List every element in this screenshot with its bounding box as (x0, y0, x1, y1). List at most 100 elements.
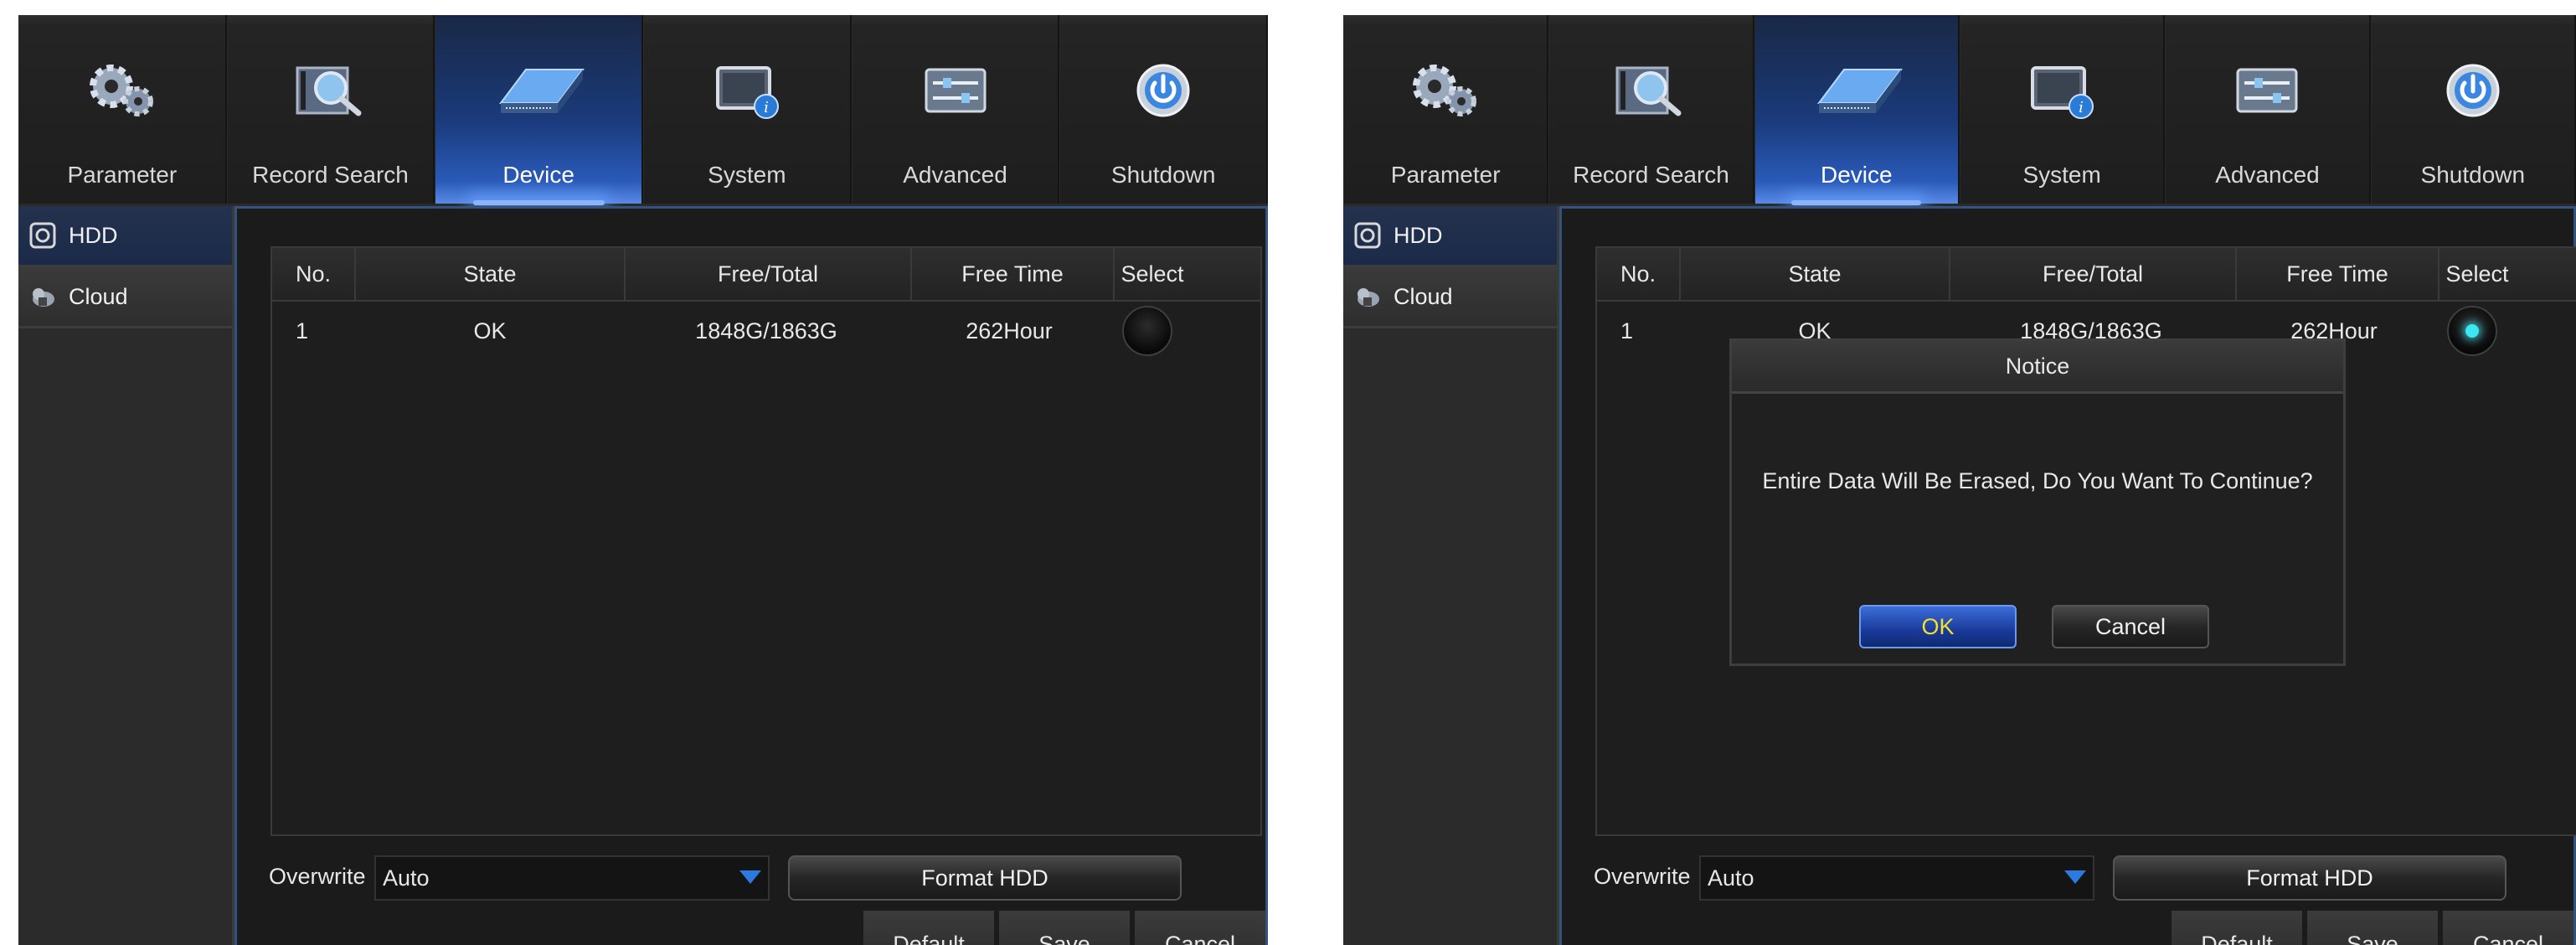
nav-label: Advanced (2215, 162, 2320, 188)
overwrite-label: Overwrite (1594, 864, 1691, 889)
sidebar-item-label: Cloud (69, 283, 128, 309)
format-hdd-button[interactable]: Format HDD (2113, 855, 2506, 901)
cell-no: 1 (1620, 318, 1634, 343)
select-radio-checked[interactable] (2447, 306, 2497, 356)
nav-tab-device[interactable]: Device (1754, 15, 1960, 205)
dialog-ok-button[interactable]: OK (1859, 605, 2017, 648)
column-header: State (1681, 248, 1950, 300)
table-header: No. State Free/Total Free Time Select (1597, 248, 2576, 302)
overwrite-value: Auto (1708, 865, 1754, 891)
overwrite-row: Overwrite Auto Format HDD (1594, 854, 2576, 901)
column-header: No. (1597, 248, 1681, 300)
hdd-icon (1816, 69, 1903, 113)
sidebar-item-cloud[interactable]: Cloud (18, 267, 232, 328)
chevron-down-icon (2064, 870, 2086, 884)
nav-tab-advanced[interactable]: Advanced (851, 15, 1060, 204)
cancel-button[interactable]: Cancel (2443, 911, 2573, 945)
table-header: No. State Free/Total Free Time Select (272, 248, 1260, 302)
gears-icon (89, 65, 153, 116)
save-button[interactable]: Save (2307, 911, 2438, 945)
sidebar-item-label: HDD (69, 222, 118, 248)
cell-free-time: 262Hour (966, 318, 1053, 343)
nav-tab-record-search[interactable]: Record Search (1548, 15, 1754, 204)
column-header: Free/Total (1950, 248, 2237, 300)
nav-label: Shutdown (2420, 162, 2526, 188)
sidebar-item-hdd[interactable]: HDD (1343, 206, 1557, 267)
default-button[interactable]: Default (863, 911, 994, 945)
cell-select (2434, 302, 2510, 360)
nav-label: Device (502, 162, 574, 188)
overwrite-select[interactable]: Auto (1699, 855, 2094, 901)
nav-tab-system[interactable]: i System (643, 15, 852, 204)
top-nav: Parameter Record Search Device i System … (1343, 15, 2576, 206)
film-search-icon (1615, 66, 1682, 116)
default-button[interactable]: Default (2172, 911, 2302, 945)
film-search-icon (296, 66, 361, 116)
hdd-small-icon (29, 222, 56, 249)
notice-dialog: Notice Entire Data Will Be Erased, Do Yo… (1729, 338, 2346, 666)
cloud-icon (1358, 288, 1379, 307)
nav-tab-advanced[interactable]: Advanced (2165, 15, 2371, 204)
nav-tab-shutdown[interactable]: Shutdown (1059, 15, 1268, 204)
column-header: State (356, 248, 626, 300)
top-nav: Parameter Record Search Device i System … (18, 15, 1268, 206)
advanced-settings-icon (925, 68, 987, 113)
nav-label: Shutdown (1110, 162, 1216, 188)
overwrite-value: Auto (383, 865, 430, 891)
sidebar-item-hdd[interactable]: HDD (18, 206, 232, 267)
svg-text:i: i (2079, 99, 2084, 116)
column-header: No. (272, 248, 356, 300)
nav-label: Record Search (1573, 162, 1729, 188)
advanced-settings-icon (2236, 68, 2298, 113)
radio-selected-dot (2465, 324, 2479, 338)
cell-no: 1 (296, 318, 309, 343)
table-row: 1 OK 1848G/1863G 262Hour (272, 302, 1260, 360)
column-header: Select (2445, 261, 2509, 287)
chevron-down-icon (739, 870, 761, 884)
content-area: No. State Free/Total Free Time Select 1 … (1559, 206, 2576, 945)
dialog-message: Entire Data Will Be Erased, Do You Want … (1762, 468, 2313, 493)
nav-tab-shutdown[interactable]: Shutdown (2370, 15, 2576, 204)
nav-label: Record Search (252, 162, 409, 188)
footer-buttons: Default Save Cancel (2166, 911, 2573, 945)
column-header: Free/Total (626, 248, 912, 300)
svg-text:i: i (764, 99, 769, 116)
nav-label: Parameter (1390, 162, 1501, 188)
nav-tab-record-search[interactable]: Record Search (226, 15, 435, 204)
system-info-icon: i (715, 66, 779, 119)
hdd-small-icon (1354, 222, 1381, 249)
nav-tab-system[interactable]: i System (1959, 15, 2166, 204)
nav-tab-parameter[interactable]: Parameter (1343, 15, 1549, 204)
cancel-button[interactable]: Cancel (1135, 911, 1265, 945)
format-hdd-button[interactable]: Format HDD (788, 855, 1182, 901)
nav-tab-device[interactable]: Device (435, 15, 644, 205)
footer-buttons: Default Save Cancel (858, 911, 1265, 945)
select-radio[interactable] (1122, 306, 1172, 356)
dialog-title: Notice (1732, 341, 2343, 394)
power-icon (2446, 64, 2500, 117)
sidebar-item-label: Cloud (1394, 283, 1453, 309)
dialog-cancel-button[interactable]: Cancel (2052, 605, 2209, 648)
device-panel-left: Parameter Record Search Device i System … (18, 15, 1268, 945)
hdd-table: No. State Free/Total Free Time Select 1 … (270, 246, 1262, 836)
overwrite-select[interactable]: Auto (374, 855, 770, 901)
cloud-icon (33, 288, 54, 307)
hdd-icon (499, 69, 585, 113)
power-icon (1136, 64, 1190, 117)
nav-label: Device (1821, 162, 1893, 188)
column-header: Free Time (2237, 248, 2439, 300)
sidebar: HDD Cloud (1343, 206, 1559, 945)
sidebar-item-cloud[interactable]: Cloud (1343, 267, 1557, 328)
overwrite-label: Overwrite (269, 864, 366, 889)
column-header: Free Time (912, 248, 1115, 300)
gears-icon (1413, 65, 1477, 116)
save-button[interactable]: Save (999, 911, 1130, 945)
system-info-icon: i (2031, 66, 2094, 119)
sidebar-item-label: HDD (1394, 222, 1443, 248)
nav-tab-parameter[interactable]: Parameter (18, 15, 227, 204)
overwrite-row: Overwrite Auto Format HDD (269, 854, 1257, 901)
nav-label: Parameter (67, 162, 178, 188)
nav-label: System (708, 162, 786, 188)
cell-select (1110, 302, 1185, 360)
cell-free-total: 1848G/1863G (695, 318, 837, 343)
